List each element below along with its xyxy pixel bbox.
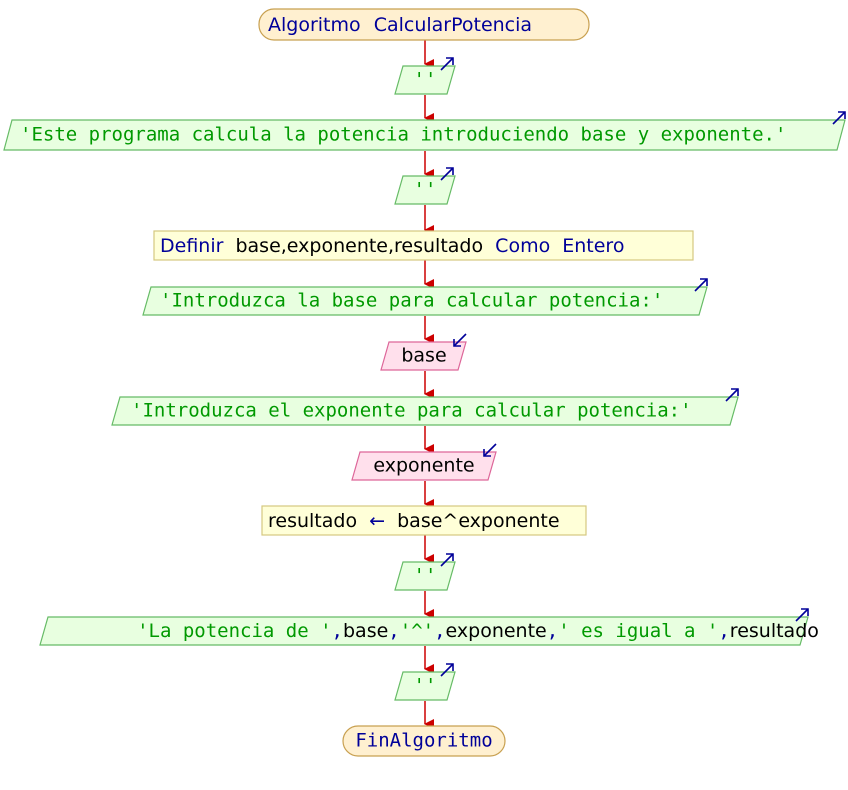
- output-separator: ,: [332, 620, 343, 642]
- output-text: 'Introduzca el exponente para calcular p…: [131, 400, 692, 422]
- input-variable: exponente: [373, 455, 474, 477]
- define-type-keyword: Entero: [562, 235, 624, 257]
- output-text: 'Introduzca la base para calcular potenc…: [160, 290, 663, 312]
- assign-arrow: ←: [369, 510, 385, 532]
- start-terminal: Algoritmo CalcularPotencia: [258, 8, 590, 41]
- output-block: '': [394, 553, 456, 591]
- output-text: '': [414, 675, 437, 697]
- start-keyword: Algoritmo: [268, 14, 361, 36]
- define-keyword: Definir: [160, 235, 224, 257]
- define-as-keyword: Como: [495, 235, 550, 257]
- define-variables: base,exponente,resultado: [235, 235, 483, 257]
- output-string: '^': [400, 620, 434, 642]
- svg-text:'La potencia de ',base,'^',exp: 'La potencia de ',base,'^',exponente,' e…: [57, 620, 848, 642]
- output-variable: exponente: [446, 620, 547, 642]
- input-block: exponente: [351, 443, 497, 481]
- output-separator: ,: [718, 620, 729, 642]
- assign-expression: base^exponente: [397, 510, 559, 532]
- define-block: Definir base,exponente,resultado Como En…: [153, 230, 694, 261]
- output-variable: base: [343, 620, 388, 642]
- output-block: 'Introduzca el exponente para calcular p…: [111, 388, 739, 426]
- end-terminal: FinAlgoritmo: [342, 725, 506, 757]
- input-block: base: [380, 333, 467, 371]
- flowchart-canvas: Algoritmo CalcularPotencia '' 'Este prog…: [3, 8, 848, 757]
- output-text: '': [414, 179, 437, 201]
- output-block: 'Introduzca la base para calcular potenc…: [142, 278, 708, 316]
- output-text: '': [414, 69, 437, 91]
- output-separator: ,: [547, 620, 558, 642]
- output-block: 'La potencia de ',base,'^',exponente,' e…: [39, 608, 848, 646]
- output-text: 'Este programa calcula la potencia intro…: [20, 124, 786, 146]
- output-separator: ,: [434, 620, 445, 642]
- assign-target: resultado: [268, 510, 357, 532]
- svg-text:resultado ← base^e: resultado ← base^exponente: [268, 510, 560, 532]
- end-keyword: FinAlgoritmo: [355, 730, 492, 752]
- algorithm-name: CalcularPotencia: [374, 14, 532, 36]
- output-separator: ,: [388, 620, 399, 642]
- output-string: 'La potencia de ': [137, 620, 331, 642]
- output-string: ' es igual a ': [558, 620, 718, 642]
- input-variable: base: [401, 345, 446, 367]
- assignment-block: resultado ← base^exponente: [261, 505, 587, 536]
- output-variable: resultado: [730, 620, 819, 642]
- output-block: '': [394, 663, 456, 701]
- svg-text:Algoritmo CalcularPotenc: Algoritmo CalcularPotencia: [268, 14, 532, 36]
- output-text: '': [414, 565, 437, 587]
